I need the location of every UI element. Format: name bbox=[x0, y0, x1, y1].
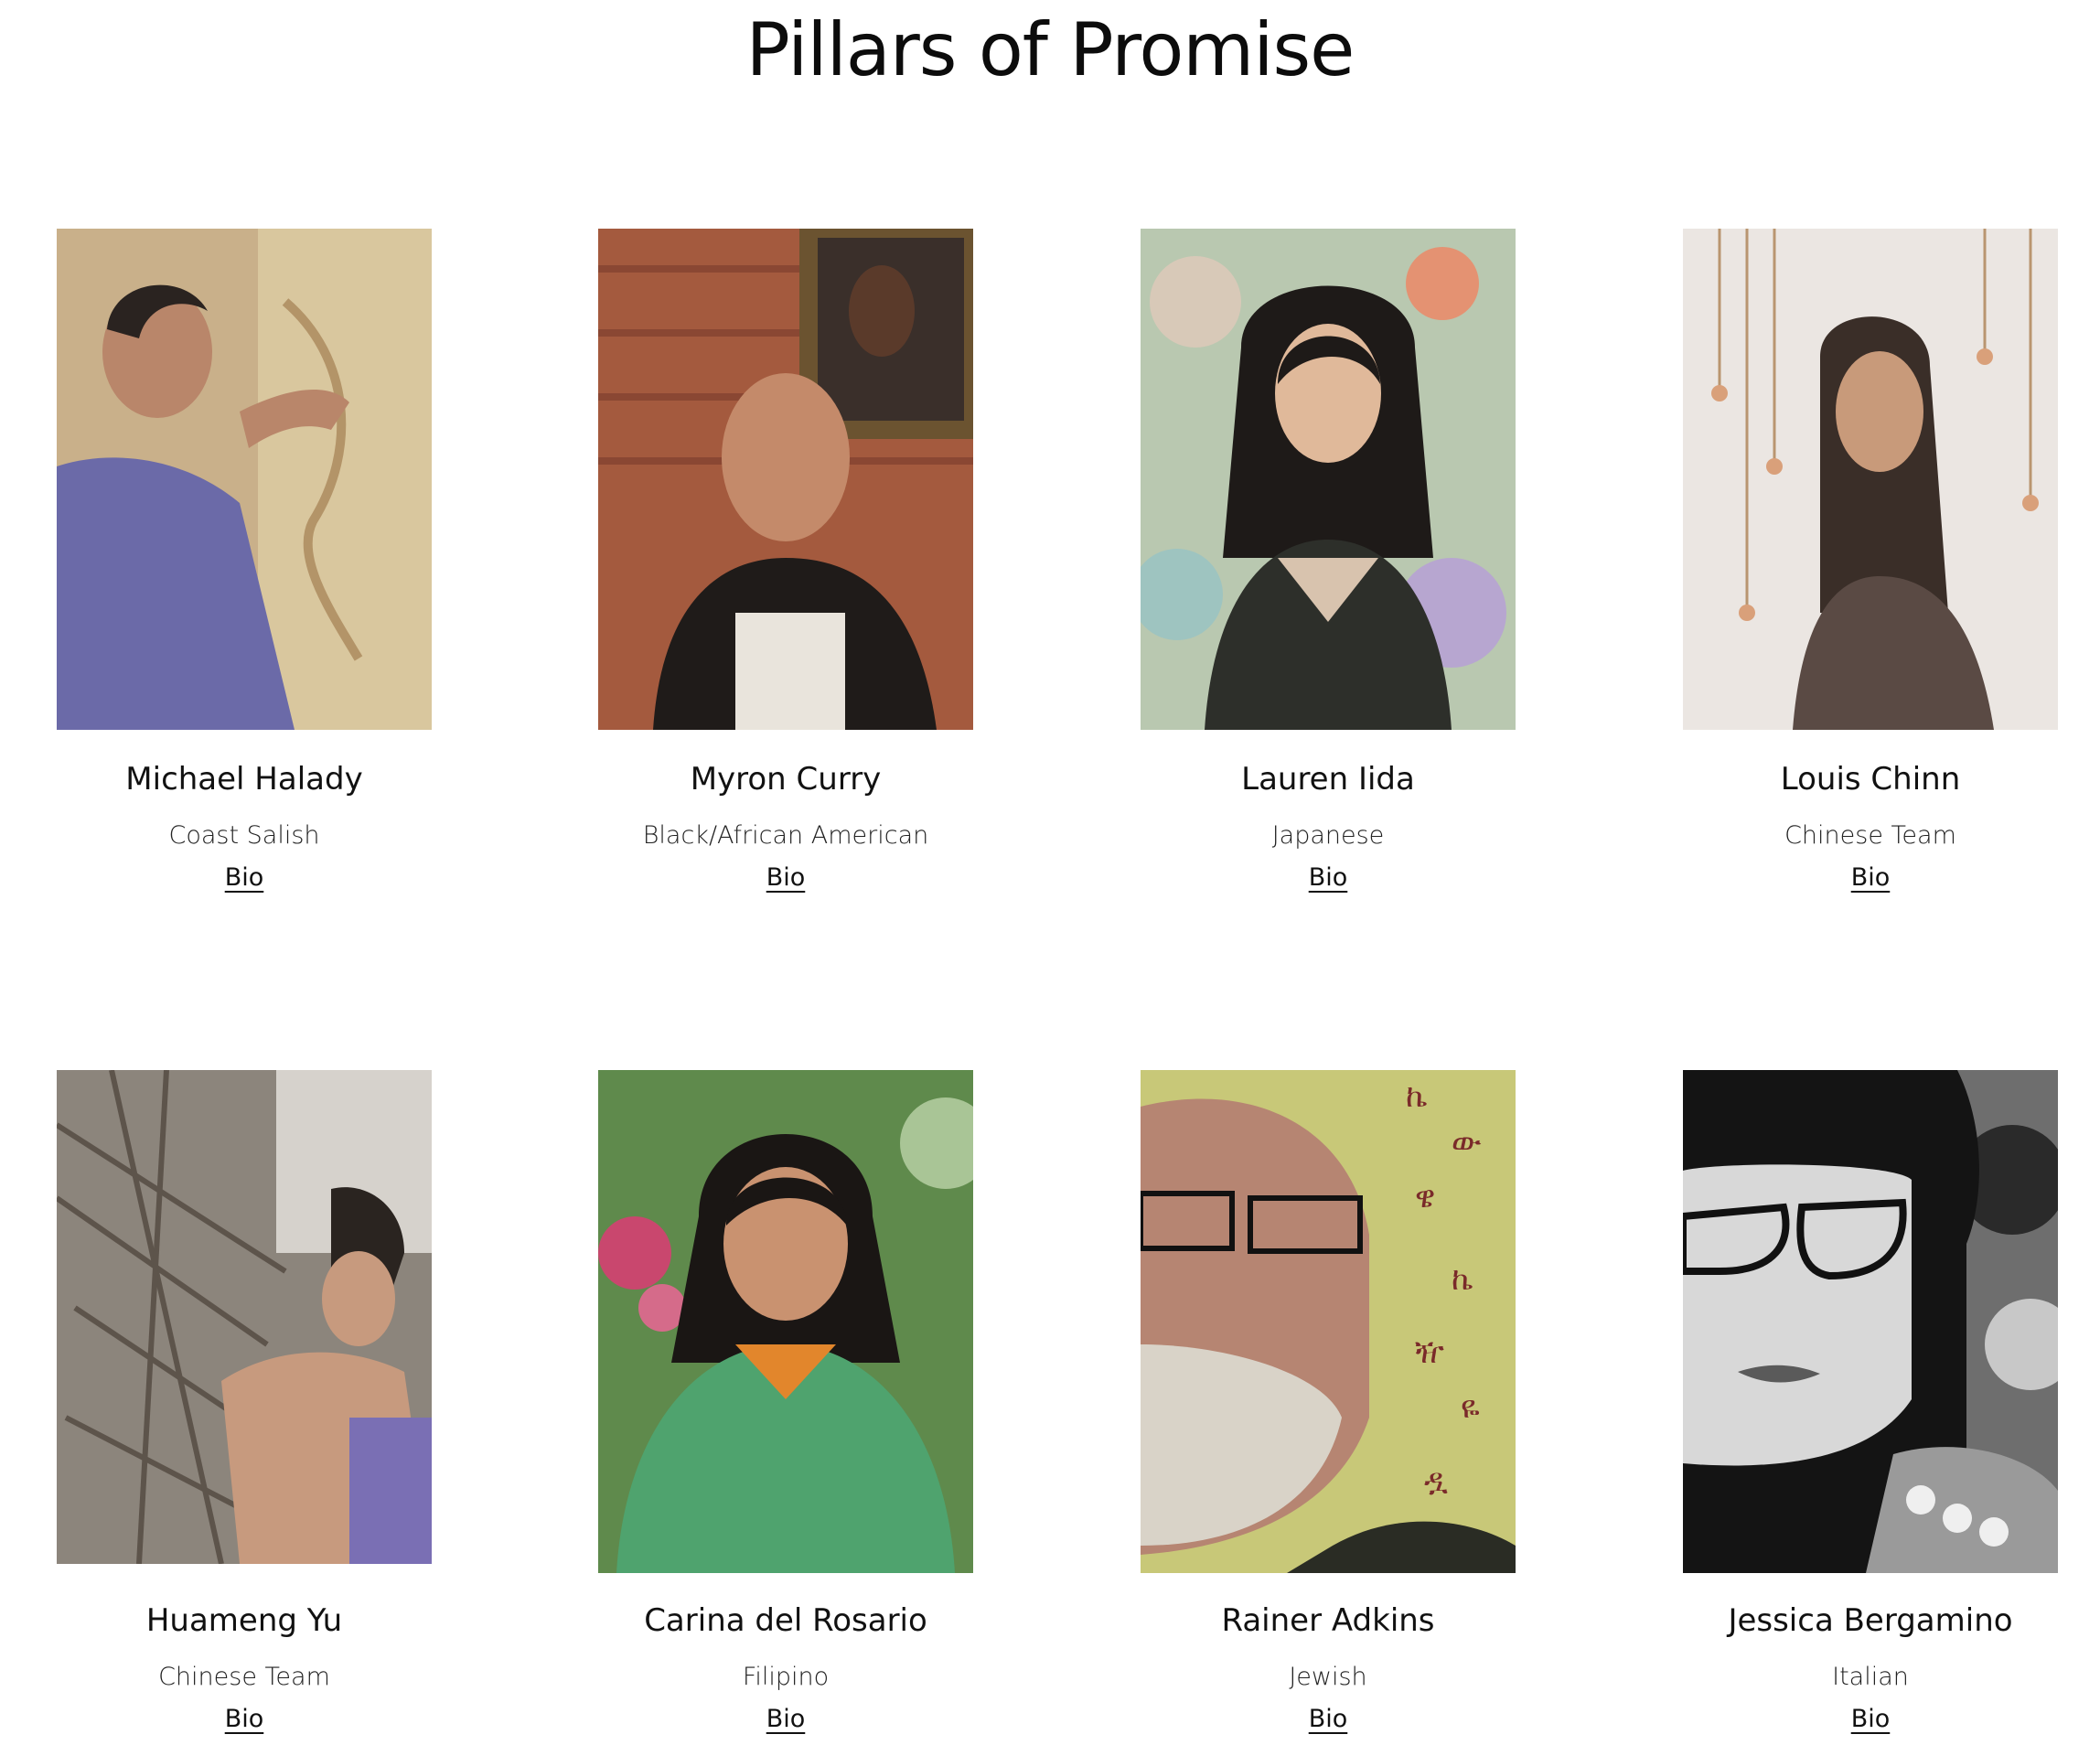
person-name: Myron Curry bbox=[690, 761, 882, 798]
bio-link[interactable]: Bio bbox=[1309, 863, 1348, 892]
svg-text:ዬ: ዬ bbox=[1461, 1389, 1480, 1426]
bio-link[interactable]: Bio bbox=[1851, 1705, 1891, 1733]
portrait-image bbox=[1141, 229, 1516, 730]
person-name: Lauren Iida bbox=[1241, 761, 1415, 798]
portrait-photo bbox=[1141, 229, 1516, 730]
portrait-photo bbox=[598, 1070, 973, 1573]
bio-link-container: Bio bbox=[1555, 1705, 2100, 1733]
bio-link-container: Bio bbox=[470, 863, 1101, 892]
bio-link-container: Bio bbox=[1012, 863, 1644, 892]
portrait-photo bbox=[1683, 1070, 2058, 1573]
bio-link[interactable]: Bio bbox=[766, 1705, 806, 1733]
portrait-image: ኬ ው ዌ ኬ ዥ ዬ ዷ bbox=[1141, 1070, 1516, 1573]
portrait-photo bbox=[598, 229, 973, 730]
person-heritage: Jewish bbox=[1289, 1663, 1367, 1691]
portrait-image bbox=[57, 229, 432, 730]
bio-link[interactable]: Bio bbox=[1309, 1705, 1348, 1733]
person-name: Louis Chinn bbox=[1780, 761, 1961, 798]
portrait-photo bbox=[1683, 229, 2058, 730]
bio-link[interactable]: Bio bbox=[1851, 863, 1891, 892]
person-heritage: Japanese bbox=[1271, 821, 1385, 850]
bio-link-container: Bio bbox=[470, 1705, 1101, 1733]
person-name: Rainer Adkins bbox=[1221, 1602, 1435, 1639]
portrait-image bbox=[57, 1070, 432, 1564]
bio-link[interactable]: Bio bbox=[225, 863, 264, 892]
portrait-image bbox=[1683, 229, 2058, 730]
person-heritage: Filipino bbox=[742, 1663, 830, 1691]
svg-text:ዷ: ዷ bbox=[1424, 1462, 1448, 1499]
person-name: Jessica Bergamino bbox=[1728, 1602, 2013, 1639]
bio-link-container: Bio bbox=[1555, 863, 2100, 892]
portrait-photo: ኬ ው ዌ ኬ ዥ ዬ ዷ bbox=[1141, 1070, 1516, 1573]
person-heritage: Italian bbox=[1832, 1663, 1909, 1691]
bio-link[interactable]: Bio bbox=[225, 1705, 264, 1733]
bio-link[interactable]: Bio bbox=[766, 863, 806, 892]
svg-text:ዥ: ዥ bbox=[1415, 1334, 1444, 1371]
svg-text:ኬ: ኬ bbox=[1452, 1261, 1473, 1298]
team-grid: Michael Halady Coast Salish Bio Myron Cu… bbox=[0, 0, 2100, 1745]
portrait-image bbox=[598, 1070, 973, 1573]
portrait-photo bbox=[57, 229, 432, 730]
svg-text:ው: ው bbox=[1452, 1124, 1482, 1161]
person-heritage: Black/African American bbox=[642, 821, 929, 850]
portrait-image bbox=[598, 229, 973, 730]
svg-text:ዌ: ዌ bbox=[1415, 1179, 1435, 1215]
svg-text:ኬ: ኬ bbox=[1406, 1078, 1427, 1115]
portrait-image bbox=[1683, 1070, 2058, 1573]
person-heritage: Chinese Team bbox=[1784, 821, 1956, 850]
portrait-photo bbox=[57, 1070, 432, 1564]
person-name: Carina del Rosario bbox=[644, 1602, 927, 1639]
bio-link-container: Bio bbox=[1012, 1705, 1644, 1733]
